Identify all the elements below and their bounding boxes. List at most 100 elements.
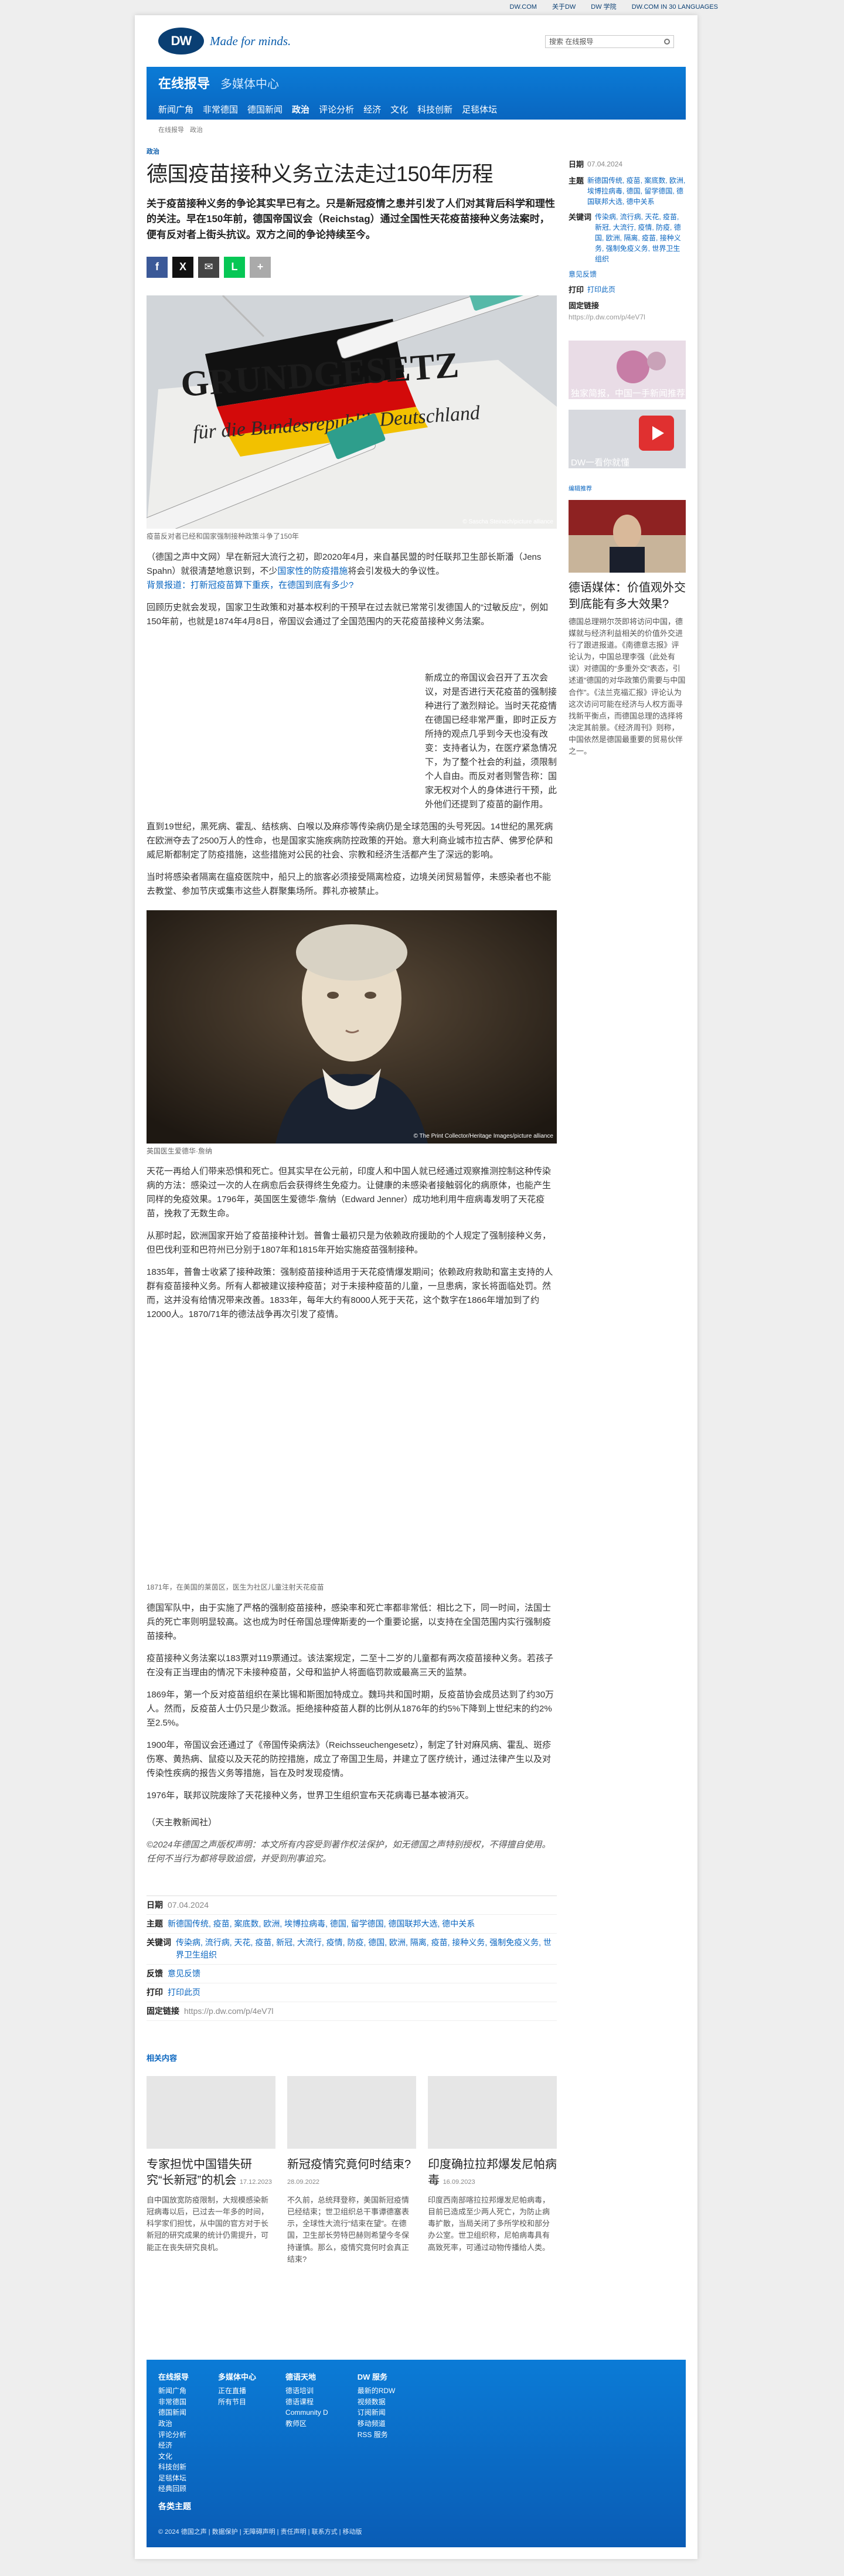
sidebar-keywords: 关键词 传染病, 流行病, 天花, 疫苗, 新冠, 大流行, 疫情, 防疫, 德国… <box>569 212 686 264</box>
slogan: Made for minds. <box>210 33 291 48</box>
related-card-title[interactable]: 新冠疫情究竟何时结束? 28.09.2022 <box>287 2157 416 2189</box>
nav-item[interactable]: 经济 <box>363 103 381 117</box>
permalink[interactable]: https://p.dw.com/p/4eV7l <box>184 2005 274 2017</box>
related-card[interactable]: 专家担忧中国错失研究“长新冠”的机会 17.12.2023 自中国放宽防疫限制，… <box>147 2076 275 2265</box>
more-share-icon[interactable]: + <box>250 257 271 278</box>
related-card[interactable]: 新冠疫情究竟何时结束? 28.09.2022 不久前，总统拜登称，美国新冠疫情已… <box>287 2076 416 2265</box>
search-icon[interactable] <box>664 39 670 45</box>
footer-link[interactable]: RSS 服务 <box>358 2429 396 2441</box>
related-card[interactable]: 印度确拉拉邦爆发尼帕病毒 16.09.2023 印度西南部喀拉拉邦爆发尼帕病毒，… <box>428 2076 557 2265</box>
footer-link[interactable]: 德国新闻 <box>158 2407 189 2418</box>
feedback-link[interactable]: 意见反馈 <box>569 269 597 280</box>
footer-link[interactable]: 非常德国 <box>158 2397 189 2408</box>
topic-links[interactable]: 新德国传统, 疫苗, 案底数, 欧洲, 埃博拉病毒, 德国, 留学德国, 德国联… <box>587 175 686 207</box>
nav-item[interactable]: 文化 <box>390 103 408 117</box>
footer-link[interactable]: 德语课程 <box>285 2397 328 2408</box>
footer-link[interactable]: 所有节目 <box>218 2397 256 2408</box>
footer-link[interactable]: Community D <box>285 2407 328 2418</box>
related-image[interactable] <box>147 2076 275 2149</box>
sub-nav: 新闻广角 非常德国 德国新闻 政治 评论分析 经济 文化 科技创新 足毯体坛 <box>158 103 497 117</box>
footer-link[interactable]: 订阅新闻 <box>358 2407 396 2418</box>
nav-multimedia[interactable]: 多媒体中心 <box>220 76 279 94</box>
image-caption: 英国医生爱德华·詹纳 <box>147 1146 212 1155</box>
paragraph: 当时将感染者隔离在瘟疫医院中，船只上的旅客必须接受隔离检疫，边境关闭贸易暂停，未… <box>147 872 552 896</box>
top-link-languages[interactable]: DW.COM IN 30 LANGUAGES <box>632 2 718 12</box>
search-input[interactable]: 搜索 在线报导 <box>545 35 674 48</box>
top-link-academy[interactable]: DW 学院 <box>591 2 616 12</box>
footer-link[interactable]: 科技创新 <box>158 2462 189 2473</box>
breadcrumb-item[interactable]: 在线报导 <box>158 125 184 135</box>
paragraph: 回顾历史就会发现，国家卫生政策和对基本权利的干预早在过去就已常常引发德国人的“过… <box>147 602 548 627</box>
footer-link[interactable]: 新闻广角 <box>158 2386 189 2397</box>
footer-legal[interactable]: © 2024 德国之声 | 数据保护 | 无障碍声明 | 责任声明 | 联系方式… <box>158 2527 362 2537</box>
footer-link[interactable]: 经济 <box>158 2440 189 2451</box>
meta-keywords: 关键词 传染病, 流行病, 天花, 疫苗, 新冠, 大流行, 疫情, 防疫, 德国… <box>147 1934 557 1965</box>
facebook-icon[interactable]: f <box>147 257 168 278</box>
related-image[interactable] <box>428 2076 557 2149</box>
meta-print: 打印 打印此页 <box>147 1983 557 2002</box>
footer-link[interactable]: 足毯体坛 <box>158 2473 189 2484</box>
footer-link[interactable]: 教师区 <box>285 2418 328 2429</box>
page-frame: DW Made for minds. 搜索 在线报导 在线报导 多媒体中心 新闻… <box>135 15 697 2559</box>
article-kicker[interactable]: 政治 <box>147 147 557 157</box>
image-caption: 疫苗反对者已经和国家强制接种政策斗争了150年 <box>147 532 300 541</box>
promo-newsletter[interactable]: 独家简报，中国一手新闻推荐 <box>569 340 686 403</box>
sidebar-permalink[interactable]: https://p.dw.com/p/4eV7l <box>569 312 686 323</box>
inline-link[interactable]: 国家性的防疫措施 <box>277 566 348 576</box>
related-title: 相关内容 <box>147 2053 178 2063</box>
footer-link[interactable]: 经典回顾 <box>158 2483 189 2495</box>
promo-video[interactable]: DW一看你就懂 <box>569 409 686 472</box>
footer-link[interactable]: 文化 <box>158 2451 189 2462</box>
nav-item[interactable]: 评论分析 <box>319 103 354 117</box>
nav-item-active[interactable]: 政治 <box>292 103 309 117</box>
footer-link[interactable]: 视频数据 <box>358 2397 396 2408</box>
nav-item[interactable]: 科技创新 <box>417 103 452 117</box>
nav-item[interactable]: 德国新闻 <box>247 103 283 117</box>
footer-link[interactable]: 移动频道 <box>358 2418 396 2429</box>
sidebar-story[interactable]: 德语媒体：价值观外交到底能有多大效果? 德国总理朔尔茨即将访问中国，德媒就与经济… <box>569 494 686 774</box>
footer-topics-link[interactable]: 各类主题 <box>158 2500 191 2513</box>
print-link[interactable]: 打印此页 <box>168 1986 200 1999</box>
keyword-links[interactable]: 传染病, 流行病, 天花, 疫苗, 新冠, 大流行, 疫情, 防疫, 德国, 欧… <box>595 212 686 264</box>
footer-link[interactable]: 最新的RDW <box>358 2386 396 2397</box>
line-icon[interactable]: L <box>224 257 245 278</box>
background-link[interactable]: 背景报道：打新冠疫苗算下重疾，在德国到底有多少? <box>147 580 353 590</box>
footer-link[interactable]: 政治 <box>158 2418 189 2429</box>
keyword-links[interactable]: 传染病, 流行病, 天花, 疫苗, 新冠, 大流行, 疫情, 防疫, 德国, 欧… <box>176 1937 557 1961</box>
footer-link[interactable]: 正在直播 <box>218 2386 256 2397</box>
nav-item[interactable]: 足毯体坛 <box>462 103 497 117</box>
meta-topics: 主题 新德国传统, 疫苗, 案底数, 欧洲, 埃博拉病毒, 德国, 留学德国, 德… <box>147 1915 557 1934</box>
print-link[interactable]: 打印此页 <box>587 284 615 296</box>
breadcrumb: 在线报导 政治 <box>158 125 203 135</box>
top-link-about[interactable]: 关于DW <box>552 2 576 12</box>
top-links: DW.COM 关于DW DW 学院 DW.COM IN 30 LANGUAGES <box>0 0 844 15</box>
meta-permalink: 固定链接 https://p.dw.com/p/4eV7l <box>147 2002 557 2021</box>
page-title: 德国疫苗接种义务立法走过150年历程 <box>147 162 494 186</box>
topic-links[interactable]: 新德国传统, 疫苗, 案底数, 欧洲, 埃博拉病毒, 德国, 留学德国, 德国联… <box>168 1918 475 1930</box>
mail-icon[interactable]: ✉ <box>198 257 219 278</box>
portrait-image: © The Print Collector/Heritage Images/pi… <box>147 910 557 1144</box>
paragraph-text: 将会引发极大的争议性。 <box>348 566 445 576</box>
dw-logo[interactable]: DW <box>158 28 204 55</box>
sidebar-story-title[interactable]: 德语媒体：价值观外交到底能有多大效果? <box>569 580 686 612</box>
paragraph: 从那时起，欧洲国家开始了疫苗接种计划。普鲁士最初只是为依赖政府援助的个人规定了强… <box>147 1231 552 1255</box>
related-card-title[interactable]: 印度确拉拉邦爆发尼帕病毒 16.09.2023 <box>428 2157 557 2189</box>
feedback-link[interactable]: 意见反馈 <box>168 1968 200 1980</box>
meta-feedback: 反馈 意见反馈 <box>147 1965 557 1983</box>
paragraph: 1835年，普鲁士收紧了接种政策：强制疫苗接种适用于天花疫情爆发期间；依赖政府救… <box>147 1267 553 1320</box>
sidebar-link-label: 固定链接 <box>569 301 600 310</box>
nav-item[interactable]: 非常德国 <box>203 103 238 117</box>
footer-col-online: 在线报导 新闻广角 非常德国 德国新闻 政治 评论分析 经济 文化 科技创新 足… <box>158 2371 189 2495</box>
footer-link[interactable]: 德语培训 <box>285 2386 328 2397</box>
related-image[interactable] <box>287 2076 416 2149</box>
related-cards: 专家担忧中国错失研究“长新冠”的机会 17.12.2023 自中国放宽防疫限制，… <box>147 2076 557 2265</box>
breadcrumb-item[interactable]: 政治 <box>190 125 203 135</box>
footer-link[interactable]: 评论分析 <box>158 2429 189 2441</box>
sidebar-date: 日期 07.04.2024 <box>569 160 623 169</box>
related-card-title[interactable]: 专家担忧中国错失研究“长新冠”的机会 17.12.2023 <box>147 2157 275 2189</box>
meta-date: 日期 07.04.2024 <box>147 1896 557 1915</box>
nav-item[interactable]: 新闻广角 <box>158 103 193 117</box>
nav-online[interactable]: 在线报导 <box>158 74 210 94</box>
top-link-dw[interactable]: DW.COM <box>510 2 537 12</box>
x-icon[interactable]: X <box>172 257 193 278</box>
